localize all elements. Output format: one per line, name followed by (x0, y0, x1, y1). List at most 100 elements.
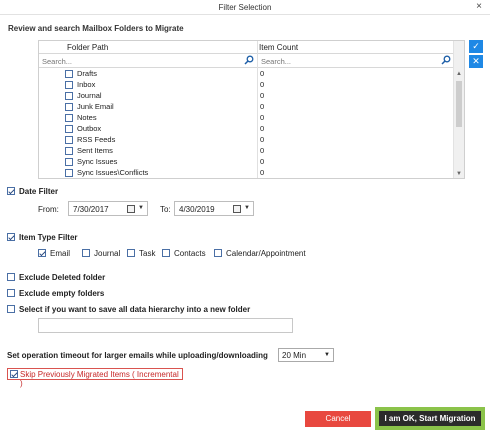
calendar-type-checkbox[interactable] (214, 249, 222, 257)
calendar-type-label: Calendar/Appointment (226, 249, 306, 258)
folder-name: Sync Issues\Conflicts (77, 168, 149, 177)
column-header-item-count[interactable]: Item Count (259, 43, 298, 52)
timeout-select[interactable]: 20 Min ▼ (278, 348, 334, 362)
item-count-search-input[interactable] (258, 55, 454, 67)
start-migration-highlight: I am OK, Start Migration (375, 407, 485, 430)
folder-row[interactable]: Junk Email 0 (39, 102, 454, 113)
folder-path-search (39, 55, 257, 68)
folder-item-count: 0 (260, 80, 265, 89)
folder-row[interactable]: Sync Issues\Conflicts 0 (39, 168, 454, 178)
task-type-checkbox[interactable] (127, 249, 135, 257)
clear-selection-button[interactable]: ✕ (469, 55, 483, 68)
date-filter-label: Date Filter (19, 187, 59, 196)
folder-row[interactable]: Sync Issues 0 (39, 157, 454, 168)
from-calendar-button[interactable]: ▼ (127, 204, 145, 214)
calendar-icon (233, 205, 241, 213)
exclude-deleted-checkbox[interactable] (7, 273, 15, 281)
folder-checkbox[interactable] (65, 158, 73, 166)
folder-name: Journal (77, 91, 102, 100)
scrollbar-thumb[interactable] (456, 81, 462, 127)
folder-name: Sync Issues (77, 157, 118, 166)
window-title: Filter Selection (218, 3, 272, 12)
folder-item-count: 0 (260, 135, 265, 144)
hierarchy-folder-input[interactable] (38, 318, 293, 333)
from-label: From: (38, 205, 59, 214)
journal-type-label: Journal (94, 249, 121, 258)
folder-checkbox[interactable] (65, 70, 73, 78)
column-header-folder-path[interactable]: Folder Path (67, 43, 108, 52)
timeout-value: 20 Min (282, 351, 307, 360)
task-type-label: Task (139, 249, 156, 258)
folder-name: Drafts (77, 69, 98, 78)
folder-name: Junk Email (77, 102, 114, 111)
folder-checkbox[interactable] (65, 81, 73, 89)
folder-checkbox[interactable] (65, 136, 73, 144)
folder-path-search-input[interactable] (39, 55, 257, 67)
folder-checkbox[interactable] (65, 103, 73, 111)
folders-section-title: Review and search Mailbox Folders to Mig… (8, 24, 184, 33)
save-hierarchy-label: Select if you want to save all data hier… (19, 305, 251, 314)
folder-checkbox[interactable] (65, 114, 73, 122)
item-count-search (258, 55, 454, 68)
from-date-picker[interactable]: 7/30/2017 ▼ (68, 201, 148, 216)
item-type-filter-checkbox[interactable] (7, 233, 15, 241)
scroll-up-icon[interactable]: ▲ (456, 71, 462, 77)
folder-name: RSS Feeds (77, 135, 116, 144)
folder-checkbox[interactable] (65, 125, 73, 133)
calendar-icon (127, 205, 135, 213)
exclude-empty-checkbox[interactable] (7, 289, 15, 297)
folder-row[interactable]: Inbox 0 (39, 80, 454, 91)
folder-name: Outbox (77, 124, 102, 133)
folder-row[interactable]: Sent Items 0 (39, 146, 454, 157)
chevron-down-icon: ▼ (324, 352, 330, 358)
item-type-filter-label: Item Type Filter (19, 233, 78, 242)
folder-item-count: 0 (260, 91, 265, 100)
exclude-deleted-label: Exclude Deleted folder (19, 273, 106, 282)
folder-item-count: 0 (260, 146, 265, 155)
folder-grid: Folder Path Item Count Drafts 0 Inbox 0 … (38, 40, 465, 179)
folder-item-count: 0 (260, 124, 265, 133)
folder-item-count: 0 (260, 168, 265, 177)
email-type-label: Email (50, 249, 71, 258)
folder-item-count: 0 (260, 113, 265, 122)
select-all-button[interactable]: ✓ (469, 40, 483, 53)
folder-row[interactable]: Outbox 0 (39, 124, 454, 135)
contacts-type-checkbox[interactable] (162, 249, 170, 257)
folder-name: Inbox (77, 80, 96, 89)
search-icon[interactable] (441, 55, 451, 65)
chevron-down-icon: ▼ (244, 205, 250, 211)
email-type-checkbox[interactable] (38, 249, 46, 257)
folder-row[interactable]: RSS Feeds 0 (39, 135, 454, 146)
folder-checkbox[interactable] (65, 169, 73, 177)
folder-name: Sent Items (77, 146, 113, 155)
skip-migrated-checkbox[interactable] (10, 370, 18, 378)
vertical-scrollbar[interactable]: ▲ ▼ (453, 41, 464, 178)
folder-checkbox[interactable] (65, 147, 73, 155)
to-date-value: 4/30/2019 (179, 205, 215, 214)
journal-type-checkbox[interactable] (82, 249, 90, 257)
exclude-empty-label: Exclude empty folders (19, 289, 105, 298)
close-icon[interactable]: × (476, 1, 482, 12)
folder-checkbox[interactable] (65, 92, 73, 100)
date-filter-checkbox[interactable] (7, 187, 15, 195)
folder-item-count: 0 (260, 69, 265, 78)
to-label: To: (160, 205, 171, 214)
start-migration-button[interactable]: I am OK, Start Migration (379, 411, 481, 426)
skip-migrated-highlight: Skip Previously Migrated Items ( Increme… (7, 368, 183, 388)
skip-migrated-label: Skip Previously Migrated Items ( Increme… (20, 370, 179, 388)
to-date-picker[interactable]: 4/30/2019 ▼ (174, 201, 254, 216)
to-calendar-button[interactable]: ▼ (233, 204, 251, 214)
folder-row[interactable]: Drafts 0 (39, 69, 454, 80)
folder-row[interactable]: Journal 0 (39, 91, 454, 102)
folder-name: Notes (77, 113, 97, 122)
cancel-button[interactable]: Cancel (305, 411, 371, 427)
grid-header: Folder Path Item Count (39, 41, 454, 54)
search-icon[interactable] (244, 55, 254, 65)
chevron-down-icon: ▼ (138, 205, 144, 211)
folder-row[interactable]: Notes 0 (39, 113, 454, 124)
save-hierarchy-checkbox[interactable] (7, 305, 15, 313)
timeout-label: Set operation timeout for larger emails … (7, 351, 268, 360)
folder-item-count: 0 (260, 102, 265, 111)
scroll-down-icon[interactable]: ▼ (456, 171, 462, 177)
title-bar: Filter Selection × (0, 0, 490, 15)
